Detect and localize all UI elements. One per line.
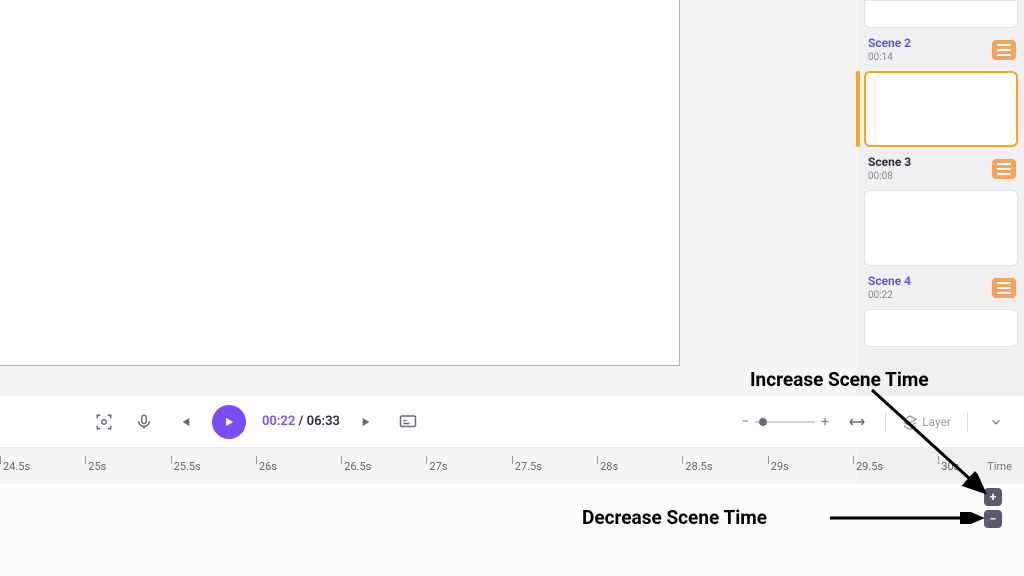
focus-icon[interactable] [92, 410, 116, 434]
timeline-track-area[interactable] [0, 484, 1024, 576]
scene-selected-indicator [856, 71, 860, 147]
timeline-end-label: Time [987, 460, 1012, 473]
scene-label[interactable]: Scene 4 [868, 274, 911, 288]
annotation-increase-label: Increase Scene Time [750, 368, 929, 391]
captions-icon[interactable] [396, 410, 420, 434]
zoom-track[interactable] [755, 421, 815, 423]
canvas-area[interactable] [0, 0, 680, 366]
scene-meta: Scene 3 00:08 [864, 151, 1018, 190]
tick-label: 29.5s [856, 460, 883, 473]
tick-label: 27.5s [515, 460, 542, 473]
tick-label: 24.5s [3, 460, 30, 473]
layer-label: Layer [922, 415, 951, 429]
scene-meta: Scene 4 00:22 [864, 270, 1018, 309]
scene-thumbnail[interactable] [864, 0, 1018, 28]
playback-bar: 00:22 / 06:33 − + Layer [0, 396, 1024, 448]
scene-meta: Scene 2 00:14 [864, 32, 1018, 71]
tick-label: 27s [429, 460, 447, 473]
decrease-scene-time-button[interactable]: − [984, 510, 1002, 528]
scene-thumbnail[interactable] [864, 190, 1018, 266]
tick-label: 25s [88, 460, 106, 473]
scene-time-controls: + − [984, 488, 1002, 528]
tick-label: 29s [771, 460, 789, 473]
play-button[interactable] [212, 405, 246, 439]
zoom-thumb[interactable] [759, 418, 767, 426]
annotation-decrease-label: Decrease Scene Time [582, 506, 767, 529]
tick-label: 25.5s [174, 460, 201, 473]
total-duration: 06:33 [307, 414, 340, 429]
scene-thumbnail[interactable] [864, 309, 1018, 347]
transition-icon[interactable] [992, 40, 1016, 60]
fit-width-icon[interactable] [845, 410, 869, 434]
scene-duration: 00:08 [868, 171, 911, 182]
tick-label: 26s [259, 460, 277, 473]
tick-label: 28.5s [685, 460, 712, 473]
skip-back-icon[interactable] [172, 410, 196, 434]
scene-duration: 00:22 [868, 290, 911, 301]
transition-icon[interactable] [992, 278, 1016, 298]
zoom-in-icon[interactable]: + [821, 414, 829, 430]
scene-label[interactable]: Scene 2 [868, 36, 911, 50]
microphone-icon[interactable] [132, 410, 156, 434]
tick-label: 28s [600, 460, 618, 473]
zoom-slider[interactable]: − + [741, 414, 829, 430]
tick-label: 26.5s [344, 460, 371, 473]
scene-label[interactable]: Scene 3 [868, 155, 911, 169]
scene-thumbnail-selected[interactable] [864, 71, 1018, 147]
tick-label: 30s [941, 460, 959, 473]
increase-scene-time-button[interactable]: + [984, 488, 1002, 506]
scene-duration: 00:14 [868, 52, 911, 63]
layer-menu[interactable]: Layer [902, 414, 951, 430]
skip-forward-icon[interactable] [356, 410, 380, 434]
timecode: 00:22 / 06:33 [262, 414, 340, 429]
timeline-ruler[interactable]: 24.5s 25s 25.5s 26s 26.5s 27s 27.5s 28s … [0, 448, 1024, 484]
transition-icon[interactable] [992, 159, 1016, 179]
zoom-out-icon[interactable]: − [741, 414, 749, 430]
current-time: 00:22 [262, 414, 295, 429]
chevron-down-icon[interactable] [984, 410, 1008, 434]
